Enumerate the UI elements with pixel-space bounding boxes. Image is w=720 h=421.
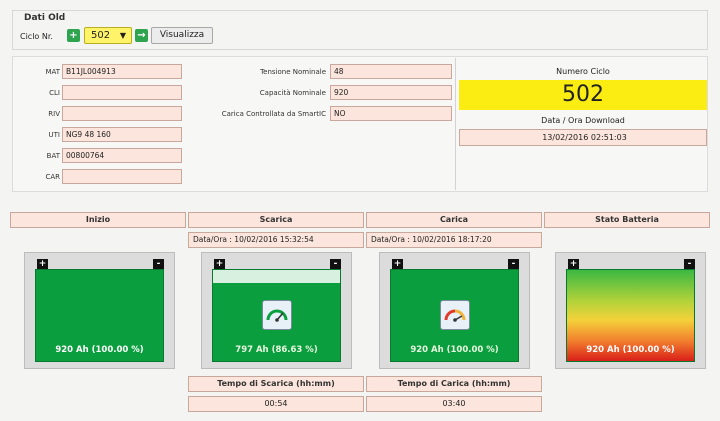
field-bat[interactable]: 00800764	[62, 148, 182, 163]
field-label-tensione: Tensione Nominale	[260, 68, 326, 76]
battery-carica-capacity: 920 Ah (100.00 %)	[410, 345, 499, 355]
chevron-down-icon: ▼	[119, 31, 126, 40]
field-label-mat: MAT	[45, 68, 60, 76]
cycle-select-value: 502	[91, 30, 111, 41]
field-label-capacita: Capacità Nominale	[259, 89, 326, 97]
next-cycle-button[interactable]: →	[135, 29, 148, 42]
gauge-icon	[261, 300, 292, 330]
discharged-level	[213, 270, 340, 283]
tempo-scarica-value: 00:54	[188, 396, 364, 412]
battery-icon: 920 Ah (100.00 %)	[390, 269, 519, 362]
field-label-riv: RIV	[48, 110, 60, 118]
field-smartic[interactable]: NO	[330, 106, 452, 121]
cycle-number-display: 502	[459, 80, 707, 110]
field-tensione[interactable]: 48	[330, 64, 452, 79]
battery-carica: + - 920 Ah (100.00 %)	[379, 252, 530, 369]
field-label-smartic: Carica Controllata da SmartIC	[221, 110, 326, 118]
field-car[interactable]	[62, 169, 182, 184]
field-label-bat: BAT	[46, 152, 60, 160]
field-cli[interactable]	[62, 85, 182, 100]
cycle-number-title: Numero Ciclo	[556, 67, 610, 76]
field-riv[interactable]	[62, 106, 182, 121]
section-scarica: Scarica	[188, 212, 364, 228]
battery-scarica-capacity: 797 Ah (86.63 %)	[235, 345, 318, 355]
battery-icon: 920 Ah (100.00 %)	[35, 269, 164, 362]
field-label-car: CAR	[45, 173, 60, 181]
battery-stato: + - 920 Ah (100.00 %)	[555, 252, 706, 369]
battery-scarica: + - 797 Ah (86.63 %)	[201, 252, 352, 369]
download-title: Data / Ora Download	[541, 116, 625, 125]
cycle-select[interactable]: 502 ▼	[84, 27, 132, 44]
section-divider	[455, 58, 456, 190]
tempo-scarica-label: Tempo di Scarica (hh:mm)	[188, 376, 364, 392]
download-datetime: 13/02/2016 02:51:03	[459, 129, 707, 146]
field-label-uti: UTI	[48, 131, 60, 139]
scarica-datetime: Data/Ora : 10/02/2016 15:32:54	[188, 232, 364, 248]
section-stato-batteria: Stato Batteria	[544, 212, 710, 228]
view-button[interactable]: Visualizza	[151, 27, 213, 44]
carica-datetime: Data/Ora : 10/02/2016 18:17:20	[366, 232, 542, 248]
ciclo-label: Ciclo Nr.	[20, 32, 53, 41]
battery-stato-capacity: 920 Ah (100.00 %)	[586, 345, 675, 355]
field-label-cli: CLI	[49, 89, 60, 97]
field-capacita[interactable]: 920	[330, 85, 452, 100]
field-uti[interactable]: NG9 48 160	[62, 127, 182, 142]
tempo-carica-label: Tempo di Carica (hh:mm)	[366, 376, 542, 392]
gauge-icon	[439, 300, 470, 330]
battery-icon: 797 Ah (86.63 %)	[212, 269, 341, 362]
tempo-carica-value: 03:40	[366, 396, 542, 412]
section-inizio: Inizio	[10, 212, 186, 228]
prev-cycle-button[interactable]: +	[67, 29, 80, 42]
battery-inizio-capacity: 920 Ah (100.00 %)	[55, 345, 144, 355]
battery-inizio: + - 920 Ah (100.00 %)	[24, 252, 175, 369]
section-carica: Carica	[366, 212, 542, 228]
field-mat[interactable]: B11JL004913	[62, 64, 182, 79]
battery-icon: 920 Ah (100.00 %)	[566, 269, 695, 362]
panel-legend: Dati Old	[24, 13, 66, 23]
